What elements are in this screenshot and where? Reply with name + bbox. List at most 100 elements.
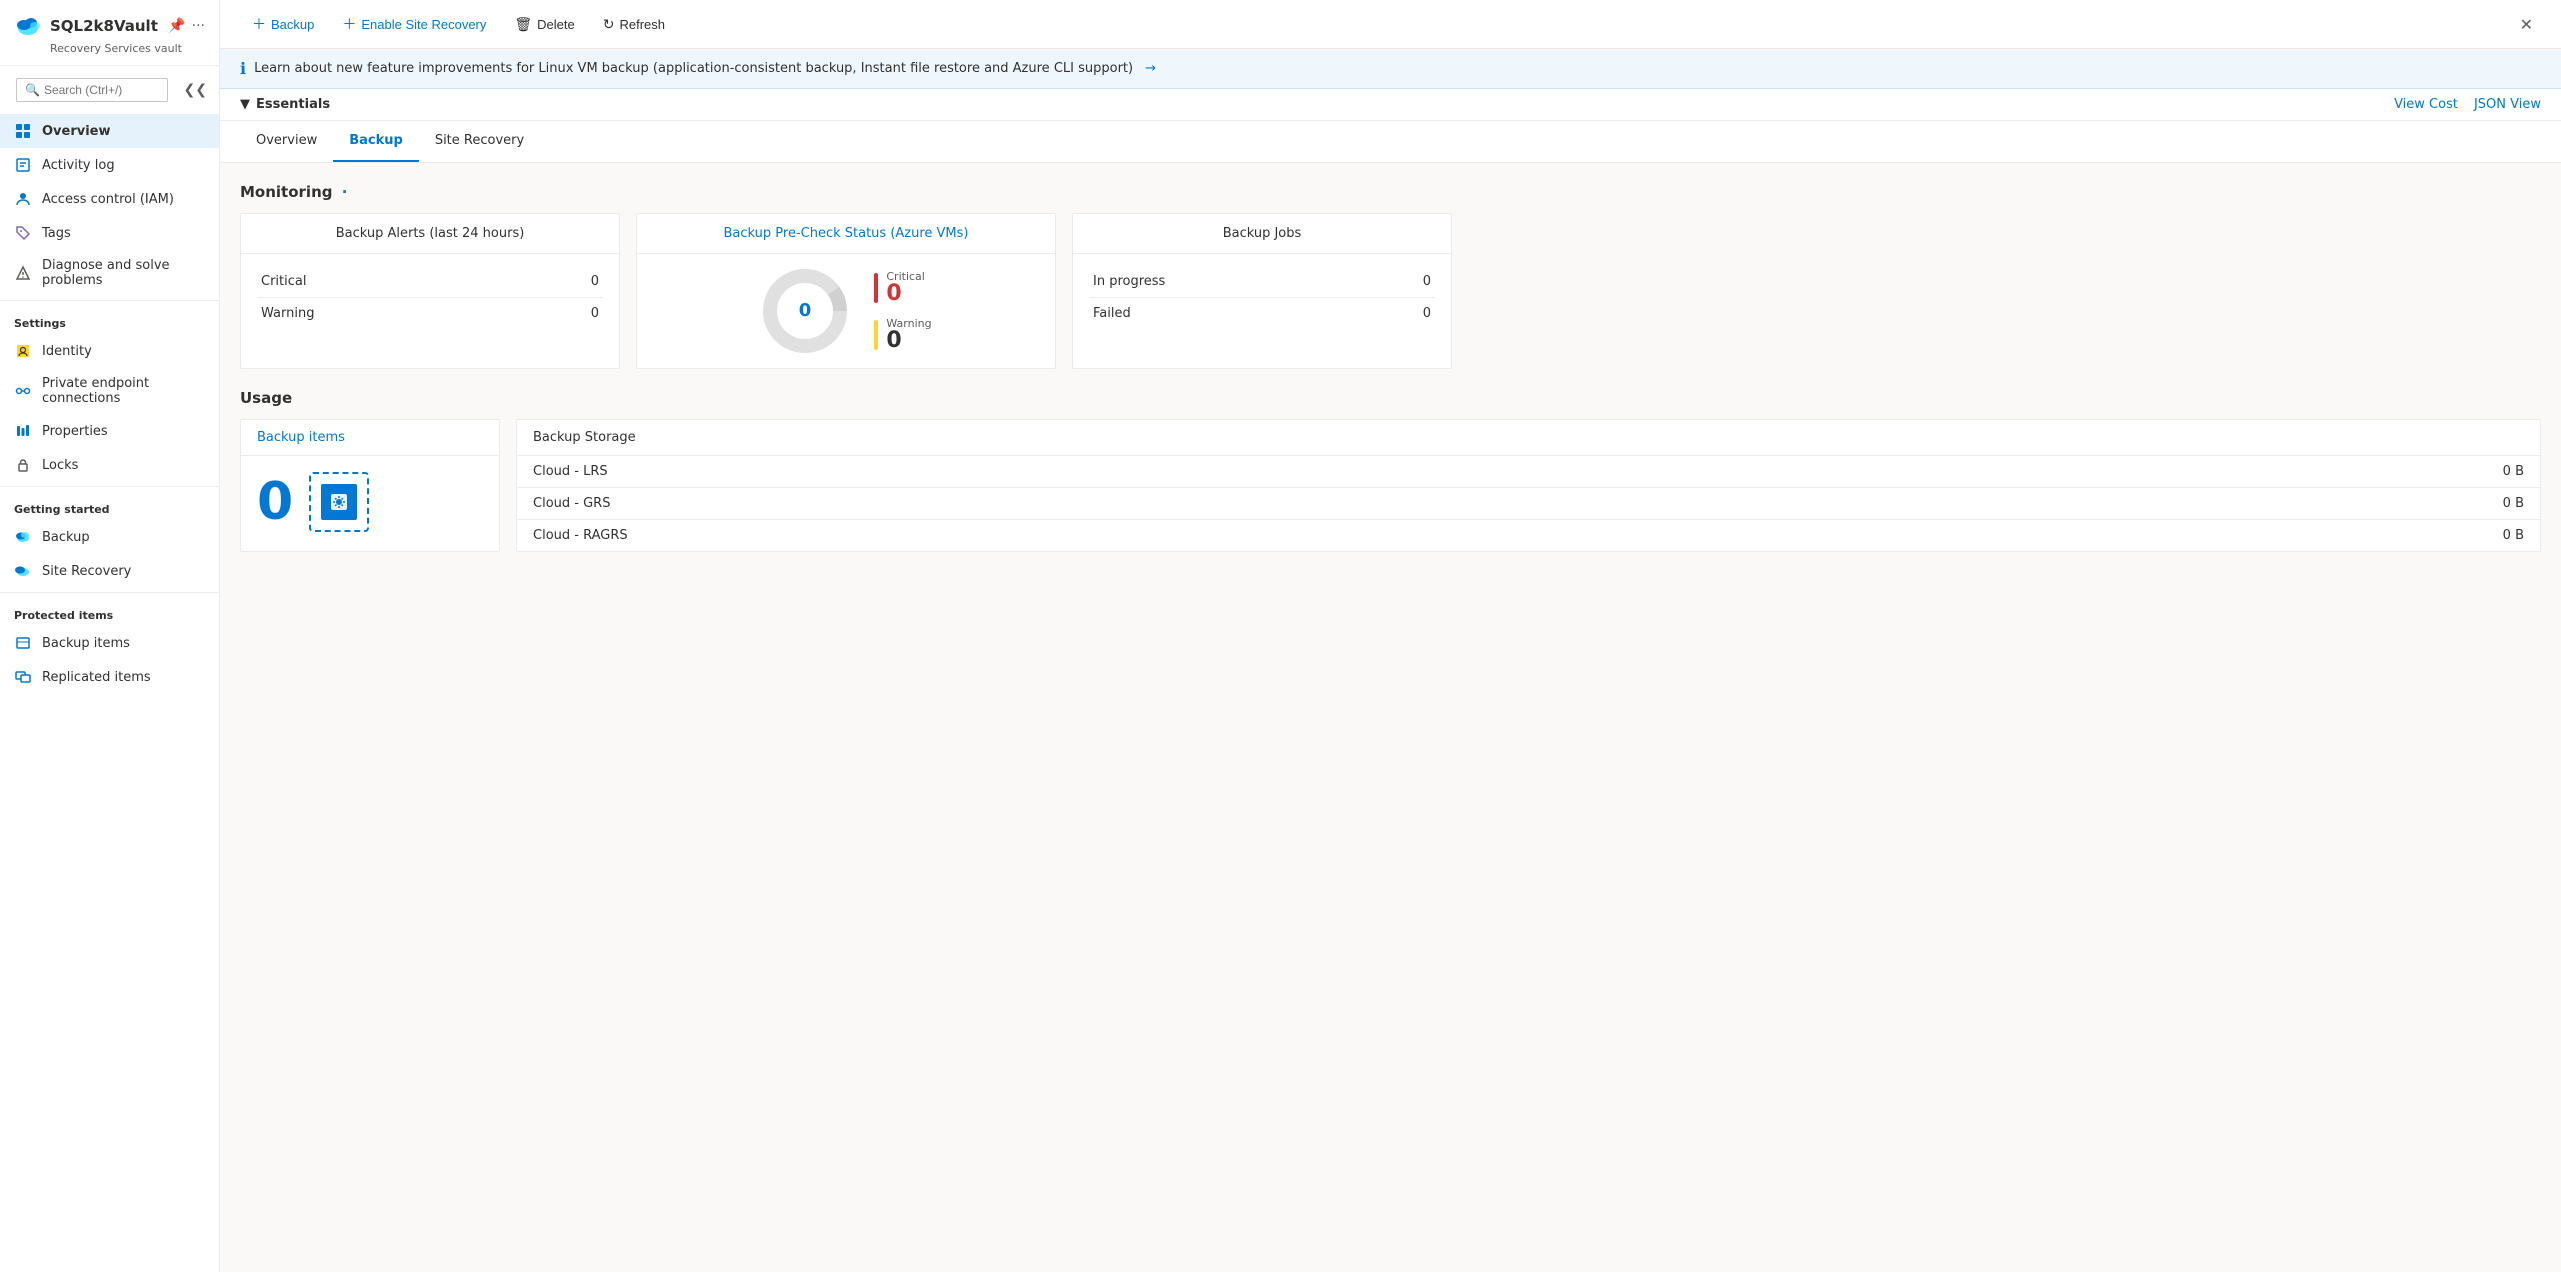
alert-critical-row[interactable]: Critical 0 [257,266,603,298]
backup-items-count: 0 [257,476,293,528]
donut-legend: Critical 0 Warning 0 [874,270,931,352]
alert-critical-label: Critical [261,274,306,289]
alert-warning-label: Warning [261,306,314,321]
info-icon: ℹ [240,59,246,78]
backup-button[interactable]: ＋ Backup [240,8,326,40]
private-endpoint-icon [14,382,32,400]
banner-text: Learn about new feature improvements for… [254,61,1133,76]
backup-storage-card: Backup Storage Cloud - LRS 0 B Cloud - G… [516,419,2541,552]
replicated-items-icon [14,668,32,686]
info-banner[interactable]: ℹ Learn about new feature improvements f… [220,49,2561,89]
warning-bar [874,320,878,350]
job-in-progress-row[interactable]: In progress 0 [1089,266,1435,298]
refresh-icon: ↻ [603,16,615,33]
backup-jobs-title: Backup Jobs [1073,214,1451,254]
essentials-toggle[interactable]: ▼ Essentials [240,97,330,112]
backup-icon-inner [321,484,357,520]
nav-backup[interactable]: Backup [0,520,219,554]
alert-warning-value: 0 [591,306,599,321]
overview-label: Overview [42,124,111,139]
json-view-link[interactable]: JSON View [2474,97,2541,112]
search-box[interactable]: 🔍 [16,78,168,102]
backup-jobs-card: Backup Jobs In progress 0 Failed 0 [1072,213,1452,369]
settings-divider [0,300,219,301]
close-button[interactable]: ✕ [2512,11,2541,38]
delete-label: Delete [537,17,575,32]
storage-ragrs-row[interactable]: Cloud - RAGRS 0 B [517,520,2540,551]
properties-icon [14,422,32,440]
nav-access-control[interactable]: Access control (IAM) [0,182,219,216]
protected-items-label: Protected items [0,597,219,626]
nav-site-recovery[interactable]: Site Recovery [0,554,219,588]
nav-locks[interactable]: Locks [0,448,219,482]
storage-lrs-row[interactable]: Cloud - LRS 0 B [517,456,2540,488]
donut-chart: 0 [760,266,850,356]
backup-alerts-card: Backup Alerts (last 24 hours) Critical 0… [240,213,620,369]
backup-storage-title: Backup Storage [517,420,2540,456]
site-recovery-label: Site Recovery [42,564,131,579]
private-endpoints-label: Private endpoint connections [42,376,205,406]
monitoring-section: Monitoring · Backup Alerts (last 24 hour… [240,183,2541,369]
nav-backup-items[interactable]: Backup items [0,626,219,660]
overview-icon [14,122,32,140]
legend-warning: Warning 0 [874,317,931,352]
nav-tags[interactable]: Tags [0,216,219,250]
tab-site-recovery[interactable]: Site Recovery [419,121,540,162]
refresh-button[interactable]: ↻ Refresh [591,10,677,39]
protected-items-divider [0,592,219,593]
more-options-icon[interactable]: ··· [192,18,205,34]
iam-icon [14,190,32,208]
tab-overview-label: Overview [256,133,317,148]
view-cost-link[interactable]: View Cost [2394,97,2458,112]
tags-label: Tags [42,226,71,241]
backup-plus-icon: ＋ [252,14,266,34]
storage-grs-row[interactable]: Cloud - GRS 0 B [517,488,2540,520]
backup-alerts-body: Critical 0 Warning 0 [241,254,619,341]
sidebar-header: SQL2k8Vault 📌 ··· Recovery Services vaul… [0,0,219,66]
ragrs-value: 0 B [2503,528,2524,543]
backup-items-label: Backup items [42,636,130,651]
pre-check-title[interactable]: Backup Pre-Check Status (Azure VMs) [637,214,1055,254]
nav-diagnose[interactable]: Diagnose and solve problems [0,250,219,296]
collapse-button[interactable]: ❮❮ [178,80,213,100]
in-progress-value: 0 [1423,274,1431,289]
nav-private-endpoints[interactable]: Private endpoint connections [0,368,219,414]
legend-critical: Critical 0 [874,270,931,305]
in-progress-label: In progress [1093,274,1165,289]
enable-site-recovery-button[interactable]: ＋ Enable Site Recovery [330,8,498,40]
locks-label: Locks [42,458,78,473]
svg-text:0: 0 [799,300,812,321]
backup-items-card-title[interactable]: Backup items [241,420,499,456]
diagnose-label: Diagnose and solve problems [42,258,205,288]
storage-table: Cloud - LRS 0 B Cloud - GRS 0 B Cloud - … [517,456,2540,551]
pin-icon[interactable]: 📌 [168,18,185,34]
tab-backup[interactable]: Backup [333,121,419,162]
nav-overview[interactable]: Overview [0,114,219,148]
nav-properties[interactable]: Properties [0,414,219,448]
backup-alerts-title: Backup Alerts (last 24 hours) [241,214,619,254]
monitoring-cards: Backup Alerts (last 24 hours) Critical 0… [240,213,2541,369]
pre-check-body: 0 Critical 0 [637,254,1055,368]
tags-icon [14,224,32,242]
delete-button[interactable]: 🗑 Delete [502,10,586,39]
job-failed-row[interactable]: Failed 0 [1089,298,1435,329]
identity-icon [14,342,32,360]
usage-title: Usage [240,389,2541,407]
vault-name: SQL2k8Vault [50,17,158,35]
delete-icon: 🗑 [514,16,532,33]
access-control-label: Access control (IAM) [42,192,174,207]
nav-identity[interactable]: Identity [0,334,219,368]
refresh-label: Refresh [619,17,665,32]
locks-icon [14,456,32,474]
content-area: ℹ Learn about new feature improvements f… [220,49,2561,1272]
nav-activity-log[interactable]: Activity log [0,148,219,182]
failed-label: Failed [1093,306,1131,321]
getting-started-label: Getting started [0,491,219,520]
tab-overview[interactable]: Overview [240,121,333,162]
critical-bar [874,273,878,303]
nav-replicated-items[interactable]: Replicated items [0,660,219,694]
tab-backup-label: Backup [349,133,403,148]
search-input[interactable] [44,83,159,97]
alert-warning-row[interactable]: Warning 0 [257,298,603,329]
essentials-label: Essentials [256,97,330,112]
